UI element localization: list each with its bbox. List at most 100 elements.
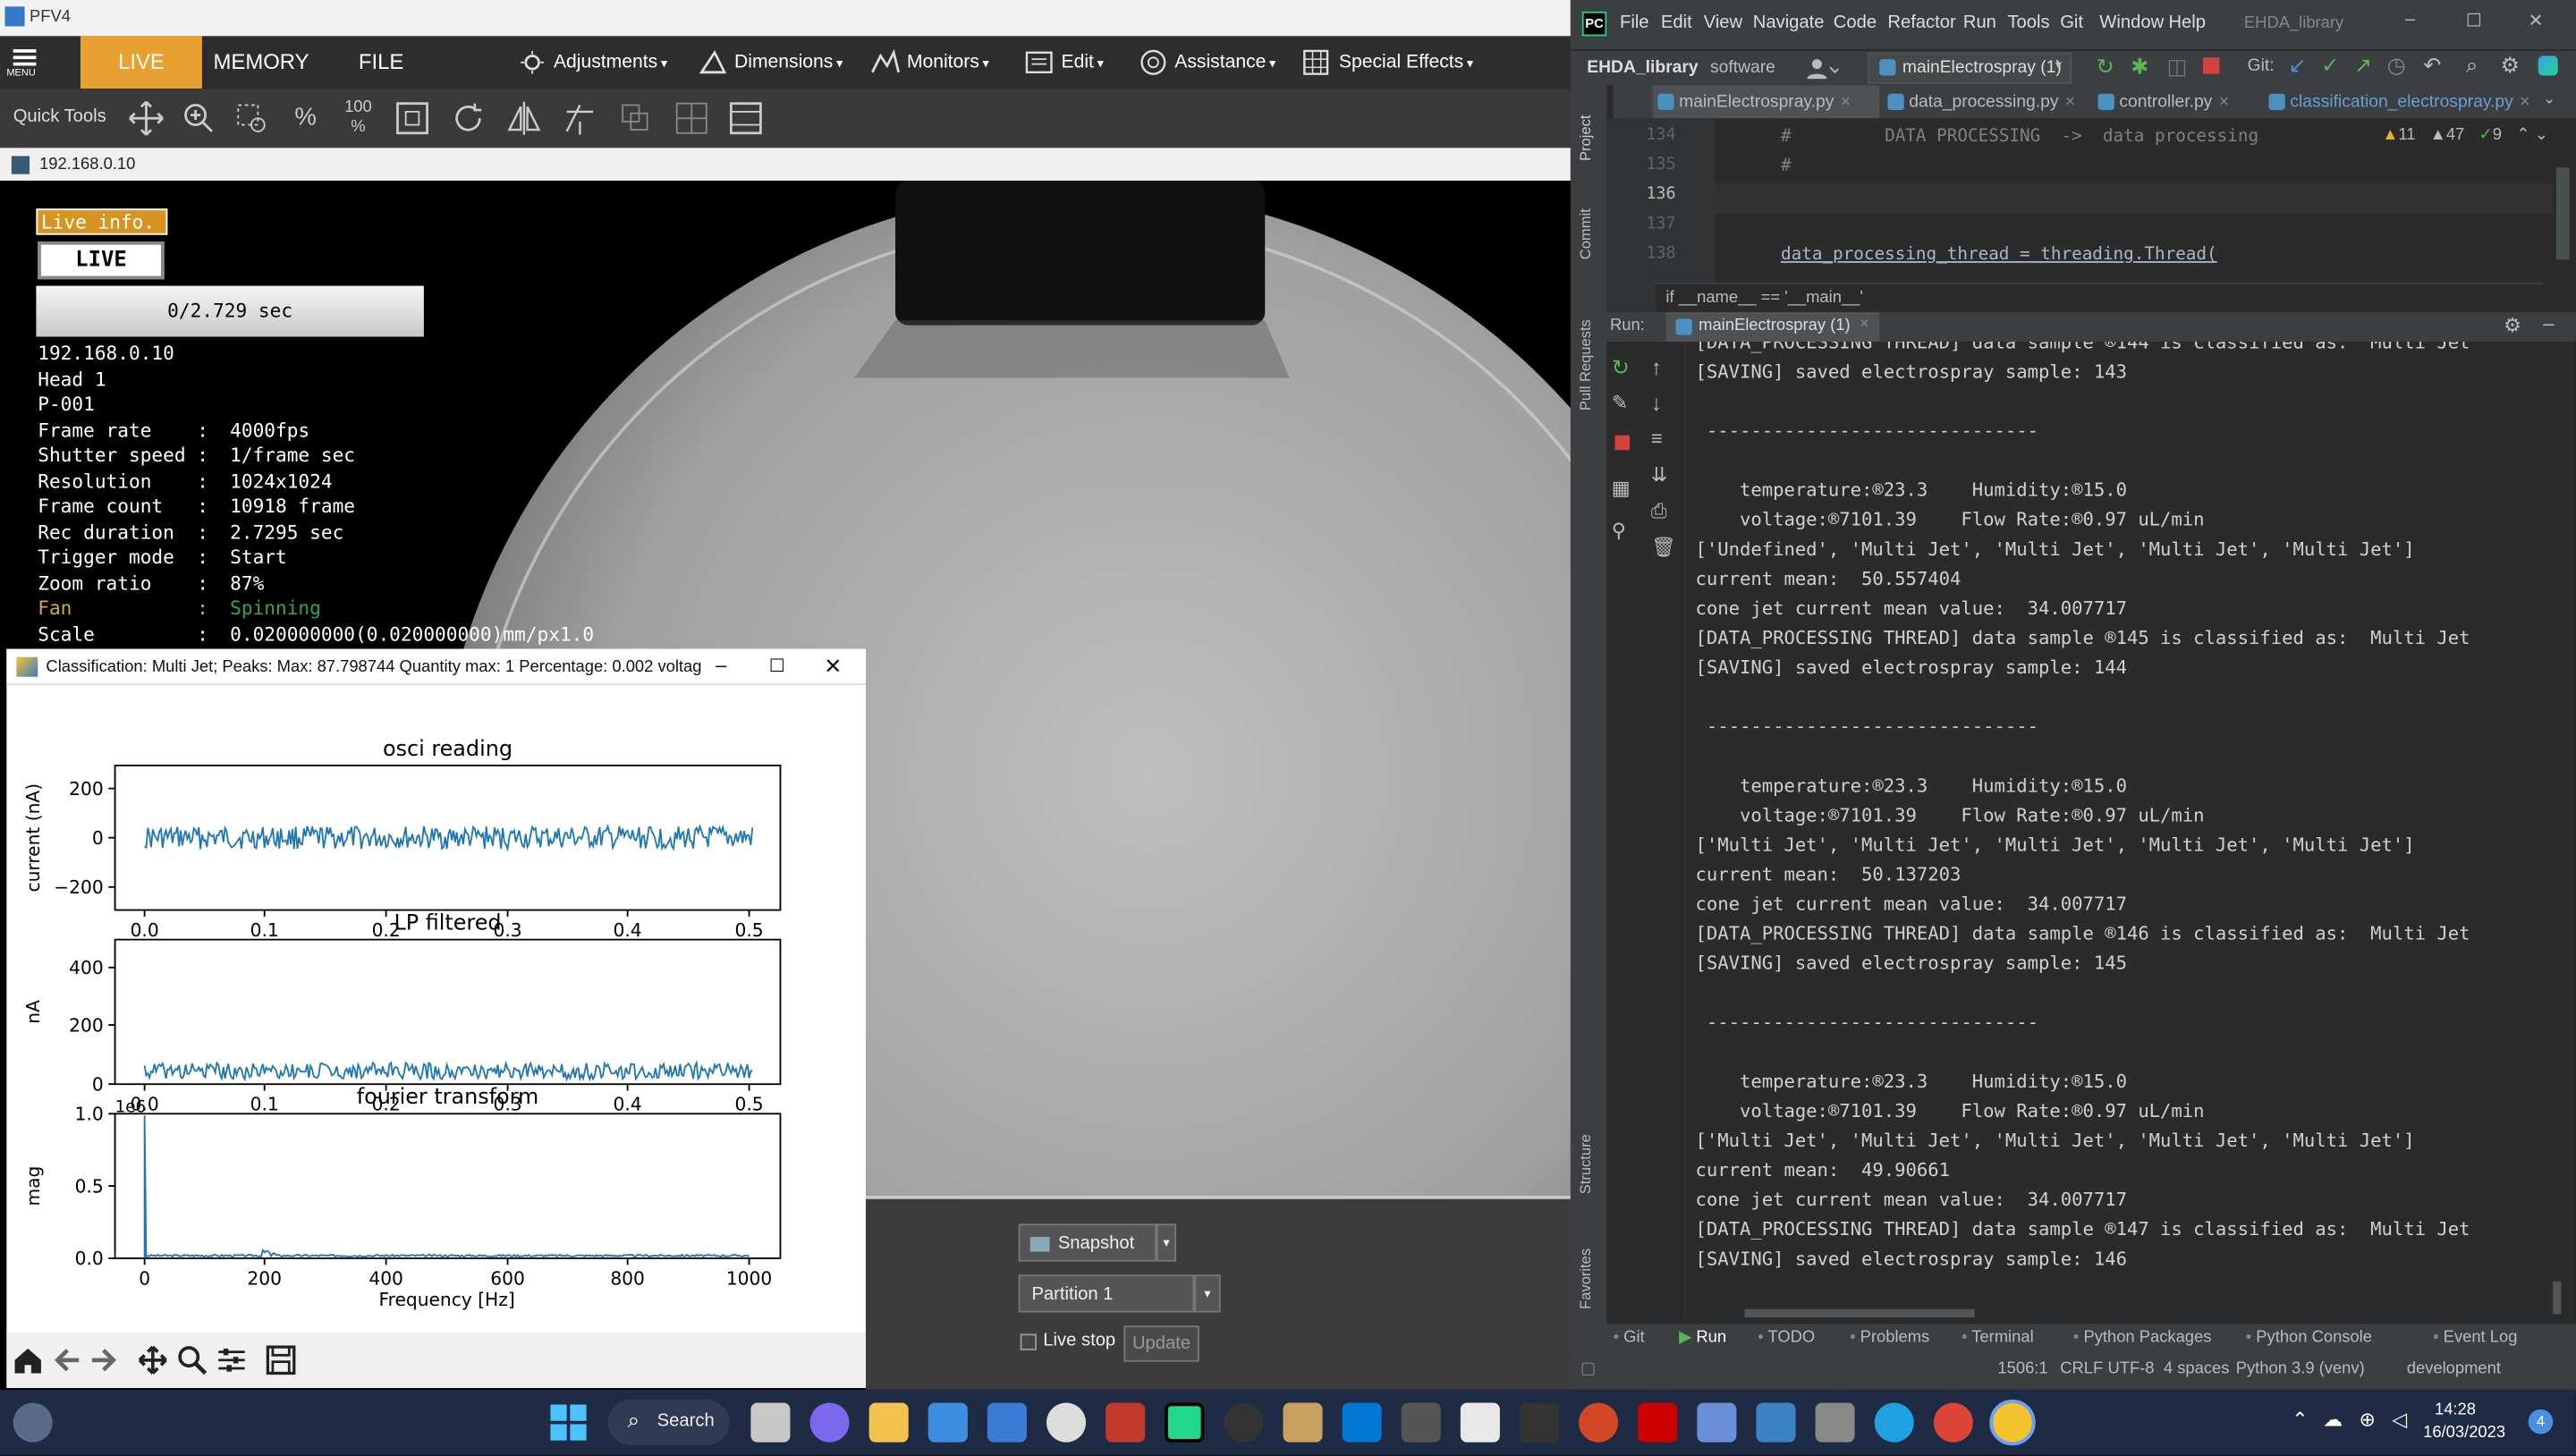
volume-icon[interactable]: ◁: [2392, 1408, 2407, 1431]
run-tab[interactable]: mainElectrospray (1) ×: [1665, 311, 1880, 343]
layout-icon[interactable]: [726, 98, 766, 138]
tool-tab-event-log[interactable]: • Event Log: [2433, 1329, 2517, 1347]
app-settings-icon[interactable]: [1815, 1402, 1855, 1443]
pycharm-taskbar-icon[interactable]: [1165, 1402, 1205, 1443]
scroll-up-icon[interactable]: ↑: [1651, 355, 1662, 380]
commit-tool-tab[interactable]: Commit: [1577, 187, 1593, 259]
zoom-area-icon[interactable]: [232, 98, 271, 138]
store-icon[interactable]: [928, 1402, 968, 1443]
app-red-icon[interactable]: [1638, 1402, 1678, 1443]
home-icon[interactable]: [13, 1345, 43, 1375]
menu-view[interactable]: View: [1704, 13, 1742, 33]
status-item[interactable]: 4 spaces: [2164, 1360, 2230, 1378]
settings-icon[interactable]: ⚙: [2504, 314, 2521, 337]
tool-tab-todo[interactable]: • TODO: [1758, 1329, 1815, 1347]
tabs-overflow-icon[interactable]: ⌄: [2543, 90, 2555, 108]
close-icon[interactable]: ✕: [2529, 10, 2544, 31]
breadcrumb-folder[interactable]: software: [1710, 57, 1775, 77]
close-icon[interactable]: ✕: [815, 648, 851, 684]
clock-time[interactable]: 14:28: [2435, 1401, 2476, 1419]
python-app-icon[interactable]: [1989, 1399, 2036, 1446]
update-button[interactable]: Update: [1123, 1325, 1199, 1362]
git-push-icon[interactable]: ↗: [2354, 53, 2372, 79]
console-horizontal-scrollbar[interactable]: [1744, 1308, 1975, 1318]
scroll-end-icon[interactable]: ⇊: [1651, 463, 1667, 487]
zoom-icon[interactable]: [177, 1345, 208, 1376]
fit-icon[interactable]: [393, 98, 432, 138]
scroll-down-icon[interactable]: ↓: [1651, 391, 1662, 416]
structure-tool-tab[interactable]: Structure: [1577, 1104, 1593, 1194]
menu-edit[interactable]: Edit ▾: [1025, 36, 1104, 89]
status-item[interactable]: development: [2407, 1360, 2501, 1378]
menu-tools[interactable]: Tools: [2007, 13, 2049, 33]
menu-button[interactable]: MENU: [0, 36, 53, 89]
menu-git[interactable]: Git: [2060, 13, 2083, 33]
status-item[interactable]: Python 3.9 (venv): [2236, 1360, 2365, 1378]
cloud-icon[interactable]: ☁: [2323, 1408, 2343, 1431]
tab-controller[interactable]: controller.py ×: [2093, 86, 2258, 119]
git-commit-icon[interactable]: ✓: [2321, 53, 2339, 79]
back-icon[interactable]: [53, 1345, 82, 1375]
maximize-icon[interactable]: ☐: [759, 648, 795, 684]
tool-tab-terminal[interactable]: • Terminal: [1962, 1329, 2034, 1347]
partition-select[interactable]: Partition 1: [1018, 1274, 1195, 1313]
app-image-icon[interactable]: [1283, 1402, 1323, 1443]
favorites-tool-tab[interactable]: Favorites: [1577, 1219, 1593, 1309]
tab-data-processing[interactable]: data_processing.py ×: [1883, 86, 2087, 119]
widgets-icon[interactable]: [13, 1402, 53, 1443]
app-device-icon[interactable]: [1519, 1402, 1560, 1443]
teams-icon[interactable]: [809, 1402, 850, 1443]
search-icon[interactable]: ⌕: [2466, 53, 2478, 79]
debug-icon[interactable]: ✱: [2131, 55, 2148, 80]
tool-tab-run[interactable]: ▶ Run: [1679, 1329, 1726, 1347]
status-item[interactable]: CRLF: [2060, 1360, 2103, 1378]
pan-icon[interactable]: [138, 1345, 167, 1375]
flip-icon[interactable]: [504, 98, 544, 138]
coverage-icon[interactable]: ◫: [2167, 55, 2188, 80]
snapshot-dropdown-icon[interactable]: ▾: [1157, 1223, 1177, 1262]
menu-help[interactable]: Help: [2168, 13, 2206, 33]
menu-run[interactable]: Run: [1963, 13, 1996, 33]
soft-wrap-icon[interactable]: ≡: [1651, 427, 1663, 451]
hide-icon[interactable]: –: [2543, 312, 2554, 335]
editor-scrollbar[interactable]: [2555, 167, 2570, 260]
configure-subplots-icon[interactable]: [216, 1345, 246, 1375]
layout-icon[interactable]: ▦: [1612, 477, 1631, 500]
layers-icon[interactable]: [616, 98, 656, 138]
app-globe-icon[interactable]: [1224, 1402, 1264, 1443]
menu-dimensions[interactable]: Dimensions ▾: [699, 36, 843, 89]
git-update-icon[interactable]: ↙: [2289, 53, 2307, 79]
history-icon[interactable]: ◷: [2387, 53, 2406, 79]
rollback-icon[interactable]: ↶: [2423, 53, 2441, 79]
inspection-widget[interactable]: ▲11 ▲47 ✓9 ⌃ ⌄: [2382, 126, 2548, 144]
menu-window[interactable]: Window: [2099, 13, 2164, 33]
status-item[interactable]: UTF-8: [2107, 1360, 2154, 1378]
language-icon[interactable]: ⊕: [2360, 1408, 2376, 1431]
percent-icon[interactable]: %: [286, 98, 326, 138]
stop-icon[interactable]: [2203, 57, 2220, 74]
settings-icon[interactable]: ⚙: [2500, 53, 2519, 79]
mail-icon[interactable]: [987, 1402, 1027, 1443]
vscode-icon[interactable]: [1342, 1402, 1382, 1443]
clock-date[interactable]: 16/03/2023: [2423, 1424, 2505, 1442]
live-stop-checkbox[interactable]: [1020, 1333, 1037, 1350]
rotate-icon[interactable]: [448, 98, 487, 138]
windows-start-icon[interactable]: [550, 1404, 587, 1441]
menu-assistance[interactable]: Assistance ▾: [1139, 36, 1275, 89]
menu-monitors[interactable]: Monitors ▾: [870, 36, 989, 89]
app-hand-icon[interactable]: [1046, 1402, 1087, 1443]
tool-tab-python-packages[interactable]: • Python Packages: [2073, 1329, 2211, 1347]
live-button[interactable]: LIVE: [38, 241, 165, 280]
powerpoint-icon[interactable]: [1579, 1402, 1619, 1443]
code-breadcrumb[interactable]: if __name__ == '__main__': [1665, 289, 1862, 307]
zoom-in-icon[interactable]: [179, 98, 218, 138]
notification-badge[interactable]: 4: [2528, 1409, 2554, 1435]
menu-file[interactable]: File: [1620, 13, 1649, 33]
tool-tab-git[interactable]: • Git: [1614, 1329, 1645, 1347]
taskbar-search[interactable]: ⌕ Search: [607, 1399, 730, 1446]
app-network-icon[interactable]: [1756, 1402, 1796, 1443]
status-item[interactable]: 1506:1: [1997, 1360, 2047, 1378]
chrome-icon[interactable]: [1933, 1402, 1973, 1443]
tab-main-electrospray[interactable]: mainElectrospray.py ×: [1652, 85, 1880, 119]
minimize-icon[interactable]: –: [703, 648, 739, 684]
